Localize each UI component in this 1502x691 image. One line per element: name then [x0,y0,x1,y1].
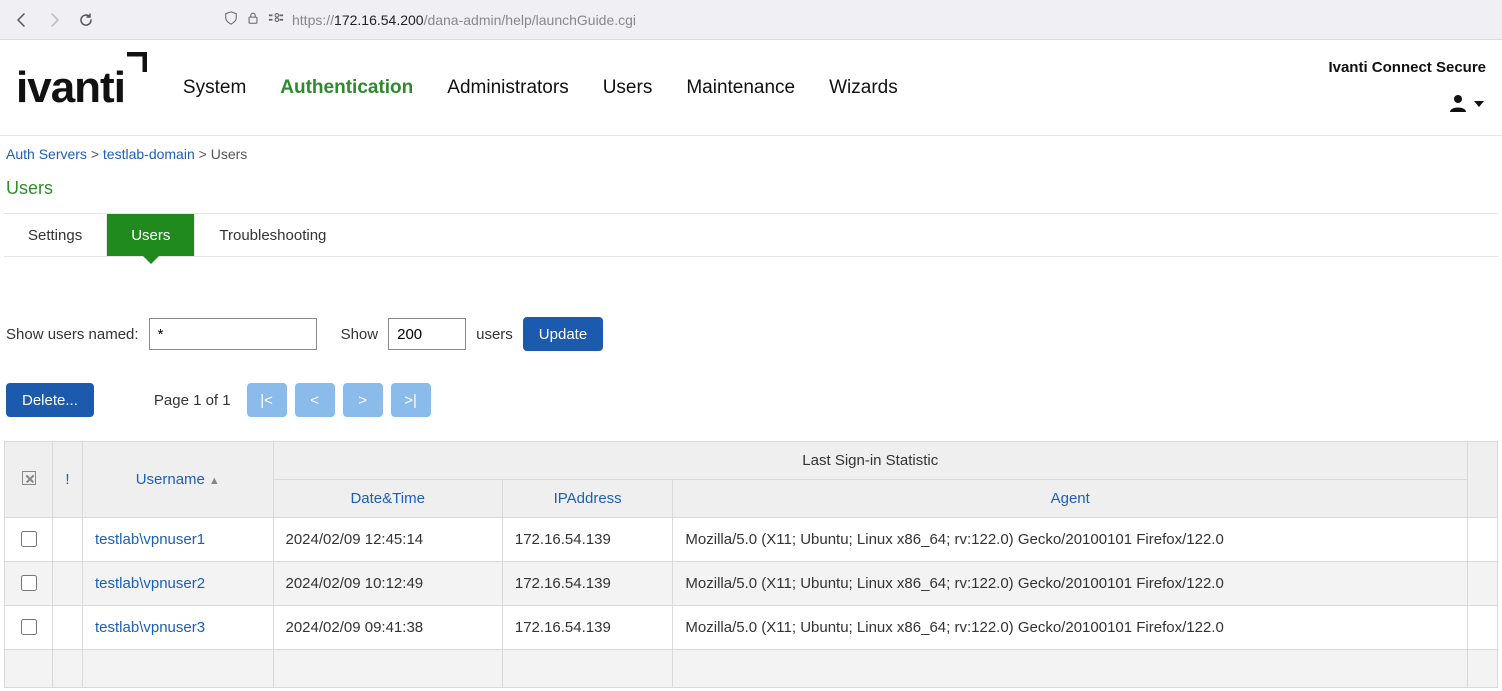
row-checkbox[interactable] [21,619,37,635]
nav-item-wizards[interactable]: Wizards [829,77,898,99]
page-title: Users [0,166,1502,213]
actions-row: Delete... Page 1 of 1 |< < > >| [0,361,1502,441]
browser-toolbar: https://172.16.54.200/dana-admin/help/la… [0,0,1502,40]
empty-cell [5,650,53,688]
page-last-button[interactable]: >| [391,383,431,417]
show-named-label: Show users named: [6,326,139,343]
breadcrumb-link[interactable]: Auth Servers [6,146,87,162]
empty-cell [502,650,673,688]
username-link[interactable]: testlab\vpnuser1 [95,531,205,548]
agent-cell: Mozilla/5.0 (X11; Ubuntu; Linux x86_64; … [673,518,1468,562]
agent-cell: Mozilla/5.0 (X11; Ubuntu; Linux x86_64; … [673,562,1468,606]
ip-cell: 172.16.54.139 [502,606,673,650]
datetime-cell: 2024/02/09 12:45:14 [273,518,502,562]
breadcrumb-current: Users [211,146,248,162]
app-header: ivanti System Authentication Administrator… [0,40,1502,136]
url-bar[interactable]: https://172.16.54.200/dana-admin/help/la… [214,5,1494,35]
filter-row: Show users named: Show users Update [0,257,1502,361]
spacer-cell [1468,518,1498,562]
row-alert-cell [53,606,83,650]
spacer-header [1468,442,1498,518]
breadcrumb-link[interactable]: testlab-domain [103,146,195,162]
nav-item-authentication[interactable]: Authentication [280,77,413,99]
tab-troubleshooting[interactable]: Troubleshooting [195,214,350,256]
datetime-cell: 2024/02/09 10:12:49 [273,562,502,606]
shield-icon [224,11,238,28]
reload-button[interactable] [72,6,100,34]
top-nav: System Authentication Administrators Users M… [183,77,898,99]
username-link[interactable]: testlab\vpnuser2 [95,575,205,592]
update-button[interactable]: Update [523,317,603,351]
ip-cell: 172.16.54.139 [502,562,673,606]
page-first-button[interactable]: |< [247,383,287,417]
nav-item-administrators[interactable]: Administrators [447,77,568,99]
alert-header[interactable]: ! [53,442,83,518]
breadcrumb: Auth Servers > testlab-domain > Users [0,136,1502,166]
select-all-icon [22,471,36,485]
row-checkbox[interactable] [21,575,37,591]
empty-cell [83,650,274,688]
username-link[interactable]: testlab\vpnuser3 [95,619,205,636]
table-row [5,650,1498,688]
row-alert-cell [53,562,83,606]
chevron-down-icon [1472,95,1486,116]
nav-item-users[interactable]: Users [603,77,653,99]
back-button[interactable] [8,6,36,34]
user-icon [1448,94,1468,117]
user-menu[interactable] [1448,94,1486,117]
row-checkbox[interactable] [21,531,37,547]
tab-settings[interactable]: Settings [4,214,106,256]
empty-cell [273,650,502,688]
delete-button[interactable]: Delete... [6,383,94,417]
tab-users[interactable]: Users [107,214,194,256]
username-header[interactable]: Username▲ [83,442,274,518]
ip-cell: 172.16.54.139 [502,518,673,562]
show-count-label: Show [341,326,379,343]
table-row: testlab\vpnuser2 2024/02/09 10:12:49172.1… [5,562,1498,606]
show-count-input[interactable] [388,318,466,350]
sort-asc-icon: ▲ [209,475,220,487]
users-suffix-label: users [476,326,513,343]
nav-item-maintenance[interactable]: Maintenance [686,77,795,99]
spacer-cell [1468,562,1498,606]
empty-cell [673,650,1468,688]
agent-cell: Mozilla/5.0 (X11; Ubuntu; Linux x86_64; … [673,606,1468,650]
datetime-header[interactable]: Date&Time [273,480,502,518]
show-named-input[interactable] [149,318,317,350]
select-all-header[interactable] [5,442,53,518]
stat-group-header: Last Sign-in Statistic [273,442,1468,480]
datetime-cell: 2024/02/09 09:41:38 [273,606,502,650]
lock-icon [246,11,260,28]
logo: ivanti [10,66,155,110]
table-row: testlab\vpnuser3 2024/02/09 09:41:38172.1… [5,606,1498,650]
agent-header[interactable]: Agent [673,480,1468,518]
page-label: Page 1 of 1 [154,392,231,409]
page-next-button[interactable]: > [343,383,383,417]
empty-cell [1468,650,1498,688]
page-prev-button[interactable]: < [295,383,335,417]
spacer-cell [1468,606,1498,650]
url-text: https://172.16.54.200/dana-admin/help/la… [292,12,636,28]
brand-text: Ivanti Connect Secure [1328,59,1486,76]
users-table: ! Username▲ Last Sign-in Statistic Date&… [4,441,1498,688]
empty-cell [53,650,83,688]
ip-header[interactable]: IPAddress [502,480,673,518]
subtabs: SettingsUsersTroubleshooting [4,213,1498,257]
table-row: testlab\vpnuser1 2024/02/09 12:45:14172.1… [5,518,1498,562]
forward-button[interactable] [40,6,68,34]
permissions-icon [268,11,284,28]
nav-item-system[interactable]: System [183,77,246,99]
row-alert-cell [53,518,83,562]
